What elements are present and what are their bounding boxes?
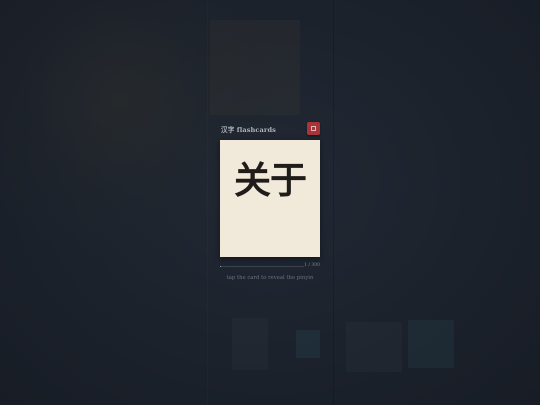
progress-track <box>220 266 304 267</box>
flashcard-app: 汉字 flashcards 关于 1 / 300 tap the card to… <box>220 122 320 281</box>
flashcard[interactable]: 关于 <box>220 140 320 257</box>
deck-button[interactable] <box>307 122 320 135</box>
app-title: 汉字 flashcards <box>221 126 276 134</box>
background-divider <box>207 0 208 405</box>
background-divider <box>333 0 334 405</box>
background-shape <box>408 320 454 368</box>
reveal-hint: tap the card to reveal the pinyin <box>226 275 314 281</box>
background-shape <box>296 330 320 358</box>
progress-row: 1 / 300 <box>220 263 320 270</box>
background-shape <box>232 318 268 370</box>
flashcard-character: 关于 <box>234 158 307 202</box>
background-shape <box>210 20 300 115</box>
progress-counter: 1 / 300 <box>304 263 320 268</box>
app-header: 汉字 flashcards <box>220 122 320 136</box>
background-shape <box>346 322 402 372</box>
deck-icon <box>311 126 316 131</box>
